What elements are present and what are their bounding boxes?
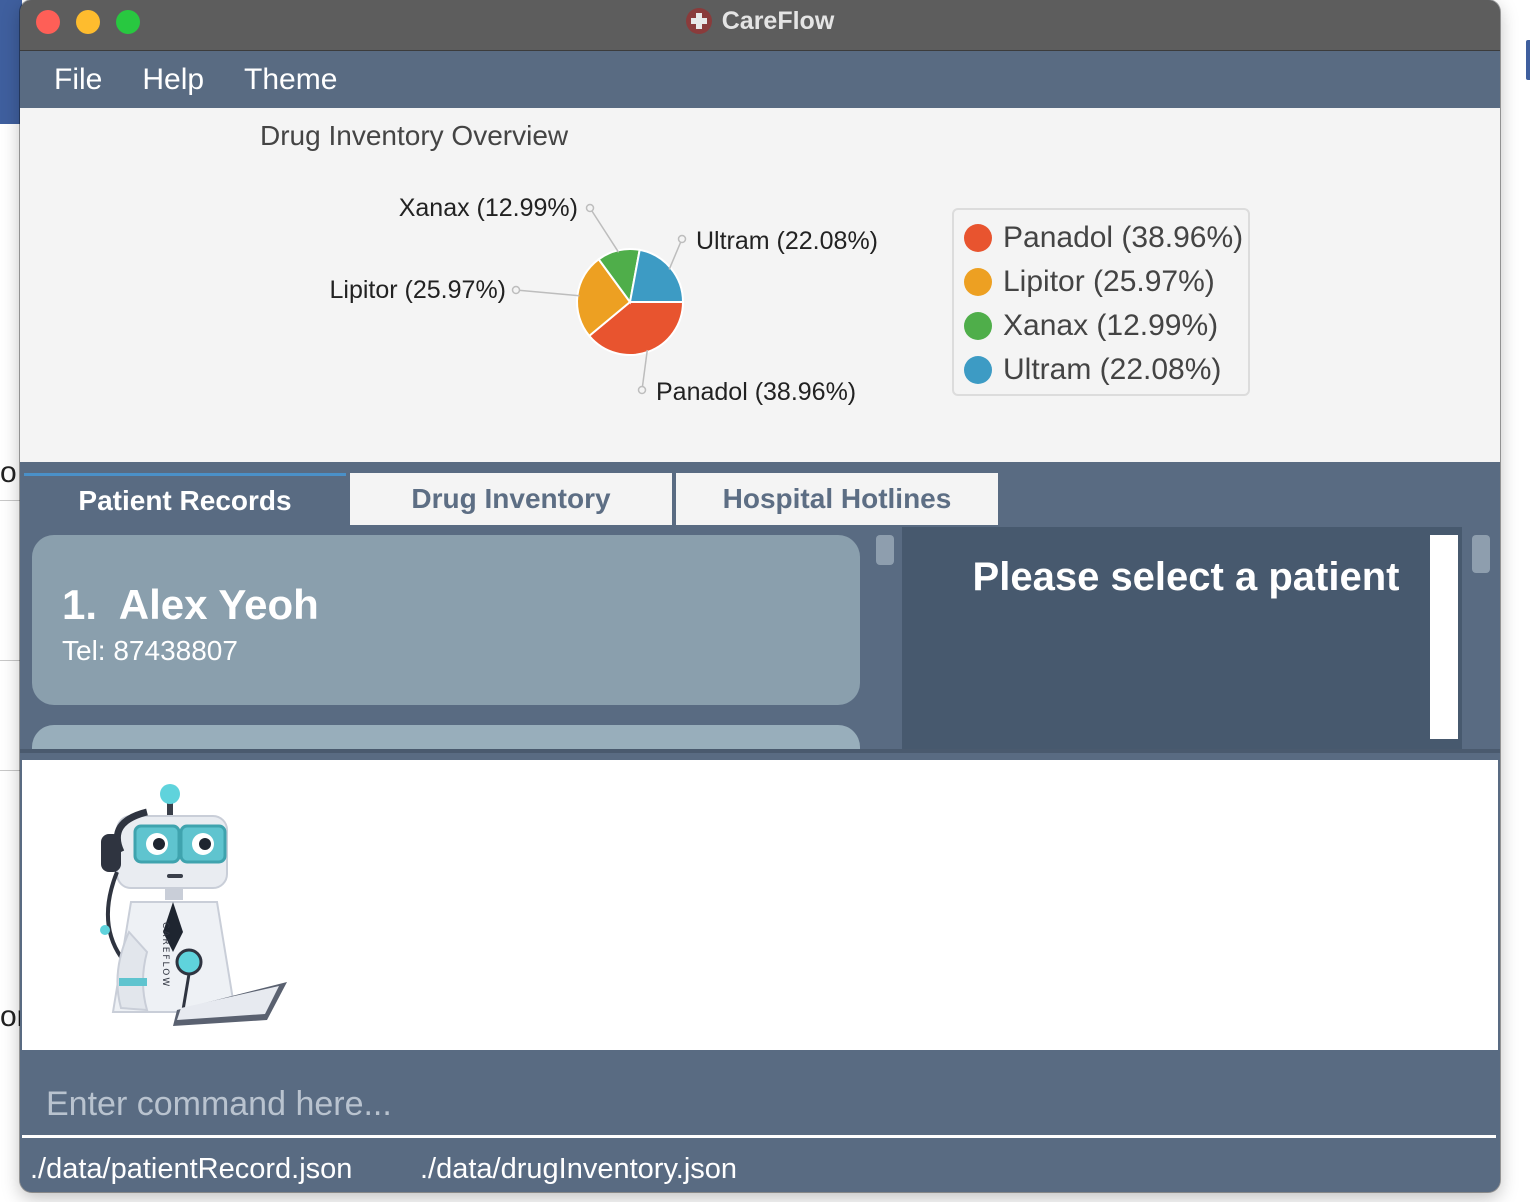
slice-label-marker [585, 203, 595, 213]
slice-label: Lipitor (25.97%) [330, 276, 506, 304]
slice-label: Ultram (22.08%) [696, 227, 878, 255]
legend-swatch [964, 224, 992, 252]
medical-cross-icon [685, 8, 712, 34]
desktop-divider [0, 660, 22, 661]
pie-slice [628, 248, 685, 303]
menu-bar: File Help Theme [20, 51, 1500, 108]
desktop-text-fragment: o [0, 456, 17, 489]
legend-label: Ultram (22.08%) [1003, 353, 1222, 386]
legend-swatch [964, 312, 992, 340]
desktop-divider [0, 770, 22, 771]
desktop-window-behind [0, 124, 22, 1202]
result-display: CAREFLOW [22, 760, 1498, 1050]
slice-label-marker [637, 385, 647, 395]
legend-label: Panadol (38.96%) [1003, 221, 1244, 254]
command-input[interactable] [22, 1074, 1496, 1135]
window-title: CareFlow [721, 6, 835, 35]
slice-label-marker [511, 285, 521, 295]
status-bar: ./data/patientRecord.json ./data/drugInv… [20, 1143, 1500, 1192]
title-bar: CareFlow [20, 0, 1500, 51]
slice-label-line [668, 238, 683, 270]
patient-detail-panel: Please select a patient [902, 527, 1462, 749]
tab-patient-records[interactable]: Patient Records [24, 473, 346, 525]
slice-label-marker [677, 234, 687, 244]
select-patient-message: Please select a patient [972, 555, 1400, 599]
patient-records-panel: 1. Alex Yeoh Tel: 87438807 Please select… [20, 527, 1500, 753]
mascot-coat-text: CAREFLOW [160, 922, 170, 988]
legend-item: Panadol (38.96%) [964, 216, 1248, 260]
slice-label-line [641, 349, 649, 391]
legend-item: Xanax (12.99%) [964, 304, 1248, 348]
patient-card[interactable]: 1. Alex Yeoh Tel: 87438807 [32, 535, 860, 705]
chart-legend: Panadol (38.96%) Lipitor (25.97%) Xanax … [952, 208, 1250, 396]
menu-theme[interactable]: Theme [244, 63, 337, 97]
desktop-edge-tab [1526, 40, 1530, 80]
legend-swatch [964, 356, 992, 384]
slice-label-line [515, 289, 580, 297]
app-window: CareFlow File Help Theme Drug Inventory … [20, 0, 1500, 1192]
patient-name: 1. Alex Yeoh [62, 581, 319, 628]
legend-item: Lipitor (25.97%) [964, 260, 1248, 304]
tab-drug-inventory[interactable]: Drug Inventory [350, 473, 672, 525]
drug-inventory-chart: Drug Inventory Overview Panadol (38.96%)… [20, 108, 1500, 462]
patient-list-scrollbar[interactable] [876, 535, 894, 565]
legend-swatch [964, 268, 992, 296]
doctor-robot-mascot-icon: CAREFLOW [100, 784, 287, 1026]
pie-chart: Panadol (38.96%) Lipitor (25.97%) Xanax (1… [330, 194, 878, 406]
legend-label: Lipitor (25.97%) [1003, 265, 1215, 298]
legend-label: Xanax (12.99%) [1003, 309, 1219, 342]
desktop-divider [0, 500, 22, 501]
desktop-background [0, 0, 22, 124]
tab-bar: Patient Records Drug Inventory Hospital … [20, 462, 1500, 527]
patient-phone: Tel: 87438807 [62, 635, 238, 666]
slice-label-line [589, 207, 620, 253]
detail-scroll-track [1430, 535, 1458, 739]
slice-label: Panadol (38.96%) [656, 378, 856, 406]
drug-file-path: ./data/drugInventory.json [420, 1153, 738, 1185]
menu-help[interactable]: Help [142, 63, 204, 97]
menu-file[interactable]: File [54, 63, 102, 97]
slice-label: Xanax (12.99%) [399, 194, 578, 222]
panel-divider [20, 749, 1500, 753]
tab-hospital-hotlines[interactable]: Hospital Hotlines [676, 473, 998, 525]
detail-scrollbar[interactable] [1472, 535, 1490, 573]
patient-file-path: ./data/patientRecord.json [30, 1153, 353, 1185]
legend-item: Ultram (22.08%) [964, 348, 1248, 392]
command-box [22, 1074, 1496, 1138]
